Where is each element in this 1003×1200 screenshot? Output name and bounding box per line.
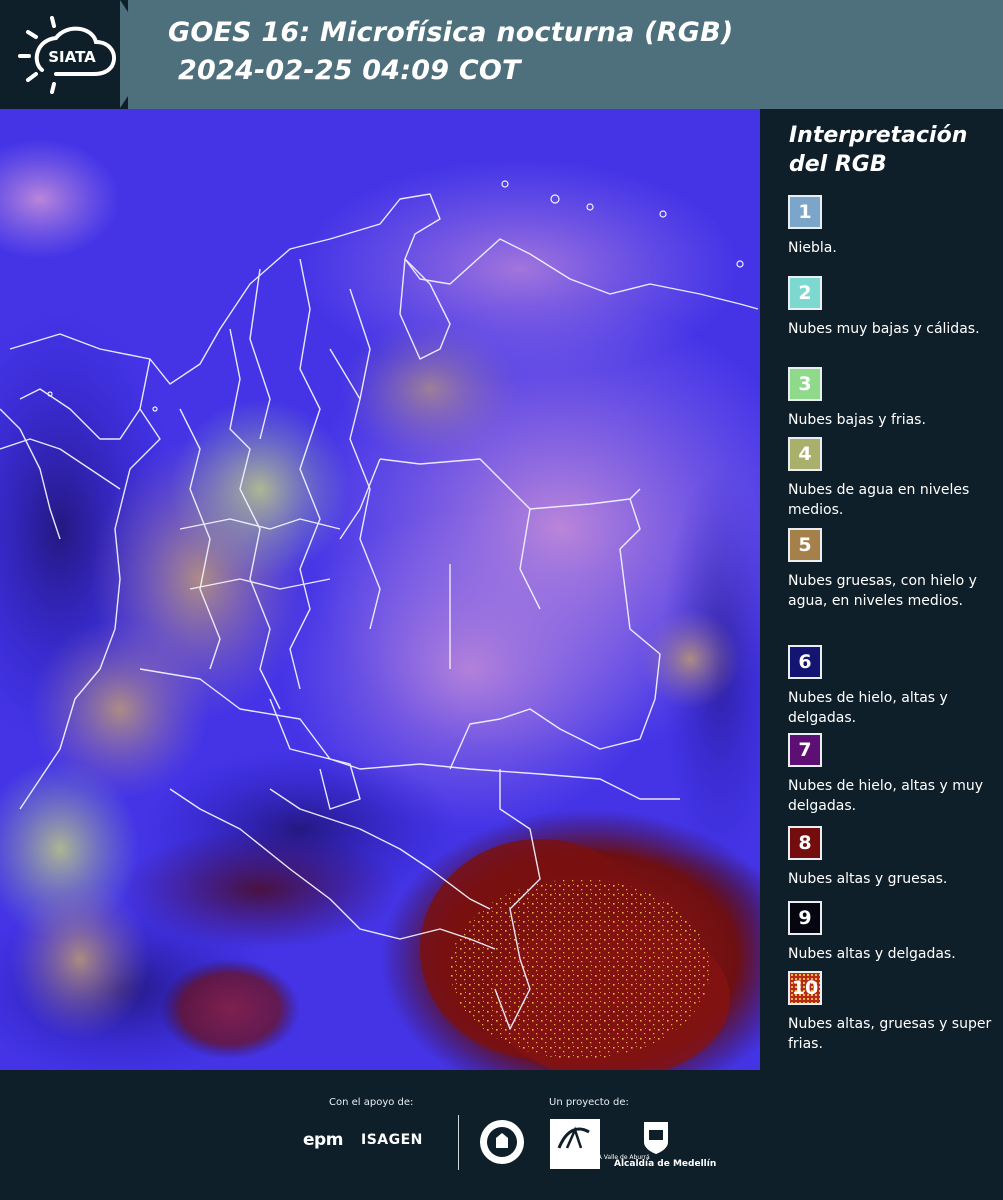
legend-swatch: 9: [788, 901, 822, 935]
legend-label: Nubes altas, gruesas y super frias.: [788, 1016, 992, 1052]
legend-item: 8 Nubes altas y gruesas.: [788, 826, 1000, 889]
isagen-logo: ISAGEN: [361, 1132, 423, 1148]
legend-label: Nubes de agua en niveles medios.: [788, 482, 970, 518]
legend-swatch: 4: [788, 437, 822, 471]
legend-label: Nubes altas y delgadas.: [788, 946, 956, 962]
legend-swatch: 1: [788, 195, 822, 229]
legend-item: 7 Nubes de hielo, altas y muy delgadas.: [788, 733, 1000, 816]
page-timestamp: 2024-02-25 04:09 COT: [178, 55, 521, 86]
legend-item: 9 Nubes altas y delgadas.: [788, 901, 1000, 964]
legend-item: 5 Nubes gruesas, con hielo y agua, en niv…: [788, 528, 1000, 611]
page-title: GOES 16: Microfísica nocturna (RGB): [168, 17, 734, 48]
legend-panel: Interpretación del RGB 1 Niebla. 2 Nubes mu…: [760, 109, 1003, 1070]
legend-label: Nubes altas y gruesas.: [788, 871, 948, 887]
legend-item: 10 Nubes altas, gruesas y super frias.: [788, 971, 1000, 1054]
legend-item: 4 Nubes de agua en niveles medios.: [788, 437, 1000, 520]
area-metropolitana-logo: [550, 1119, 600, 1169]
medellin-logo: Alcaldía de Medellín: [614, 1159, 717, 1169]
legend-label: Nubes de hielo, altas y muy delgadas.: [788, 778, 984, 814]
legend-item: 2 Nubes muy bajas y cálidas.: [788, 276, 1000, 339]
legend-label: Nubes bajas y frias.: [788, 412, 926, 428]
medellin-emblem-icon: [644, 1122, 668, 1154]
legend-swatch: 7: [788, 733, 822, 767]
legend-swatch: 10: [788, 971, 822, 1005]
footer: Con el apoyo de: Un proyecto de: epm ISA…: [0, 1070, 1003, 1200]
legend-item: 1 Niebla.: [788, 195, 1000, 258]
legend-swatch: 3: [788, 367, 822, 401]
epm-logo: epm: [303, 1130, 343, 1150]
footer-divider: [458, 1115, 459, 1170]
header-arrow: [120, 0, 156, 108]
logo-text: SIATA: [48, 48, 96, 66]
project-caption: Un proyecto de:: [549, 1097, 629, 1108]
legend-item: 6 Nubes de hielo, altas y delgadas.: [788, 645, 1000, 728]
legend-label: Nubes muy bajas y cálidas.: [788, 321, 980, 337]
legend-item: 3 Nubes bajas y frias.: [788, 367, 1000, 430]
map-canvas: [0, 109, 760, 1070]
legend-swatch: 8: [788, 826, 822, 860]
legend-label: Nubes de hielo, altas y delgadas.: [788, 690, 948, 726]
legend-swatch: 2: [788, 276, 822, 310]
legend-label: Niebla.: [788, 240, 837, 256]
siata-logo: SIATA: [18, 16, 116, 94]
header: SIATA GOES 16: Microfísica nocturna (RGB…: [0, 0, 1003, 109]
university-seal-icon: [480, 1120, 524, 1164]
legend-label: Nubes gruesas, con hielo y agua, en nive…: [788, 573, 977, 609]
legend-swatch: 6: [788, 645, 822, 679]
legend-swatch: 5: [788, 528, 822, 562]
support-caption: Con el apoyo de:: [329, 1097, 414, 1108]
legend-title: Interpretación del RGB: [789, 123, 968, 177]
satellite-map[interactable]: [0, 109, 760, 1070]
